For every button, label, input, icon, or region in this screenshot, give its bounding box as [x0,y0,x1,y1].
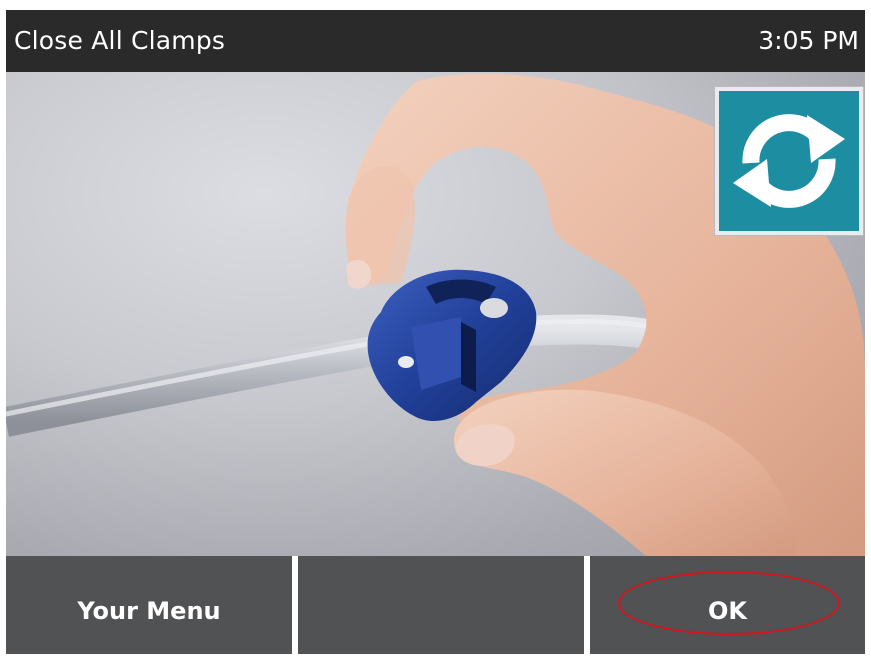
your-menu-button[interactable]: Your Menu [6,556,292,654]
refresh-button-face [719,91,859,231]
device-screen: Close All Clamps 3:05 PM Your Menu OK [6,10,865,654]
ok-label: OK [708,597,747,625]
your-menu-label: Your Menu [77,597,221,625]
title-bar: Close All Clamps 3:05 PM [6,10,865,72]
blank-button[interactable] [298,556,584,654]
instruction-illustration [6,72,865,556]
ok-button[interactable]: OK [590,556,865,654]
refresh-button[interactable] [714,86,864,236]
clock-time: 3:05 PM [758,26,859,55]
page-title: Close All Clamps [14,26,226,55]
bottom-button-bar: Your Menu OK [6,556,865,654]
refresh-icon [733,114,845,208]
